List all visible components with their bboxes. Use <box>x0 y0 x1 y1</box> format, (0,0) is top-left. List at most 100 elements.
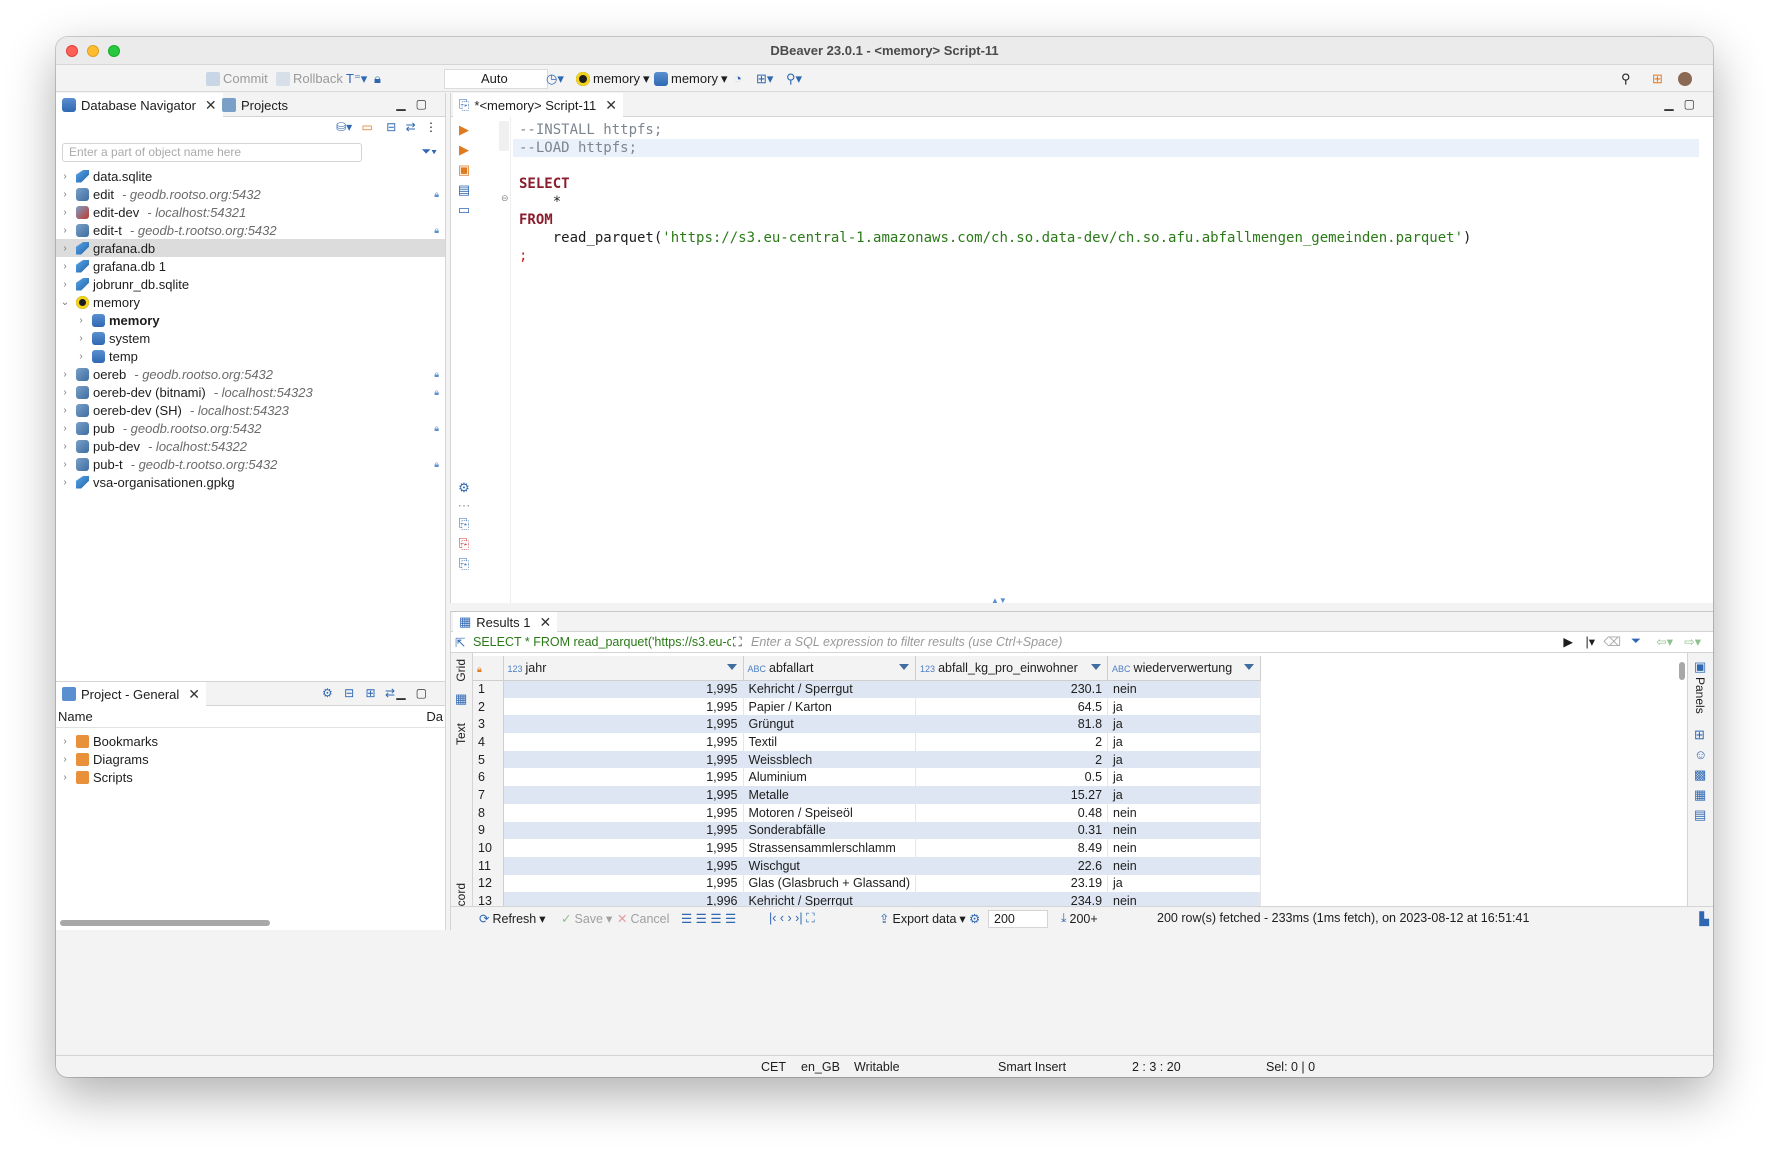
tree-item[interactable]: › memory <box>56 311 445 329</box>
chevron-down-icon[interactable]: ⌄ <box>60 297 70 308</box>
tree-item-selected[interactable]: › grafana.db <box>56 239 445 257</box>
panels-icon[interactable]: ▣ <box>1694 659 1706 675</box>
table-cell[interactable]: 1,995 <box>503 839 744 857</box>
datasource-selector[interactable]: memory ▾ <box>576 69 649 88</box>
table-cell[interactable]: ja <box>1107 715 1262 734</box>
chevron-right-icon[interactable]: › <box>60 441 70 452</box>
link-icon[interactable]: ⇄ <box>385 686 395 700</box>
results-filter-input[interactable]: Enter a SQL expression to filter results… <box>751 635 1062 649</box>
collapse-icon[interactable]: ⊟ <box>344 686 354 700</box>
table-cell[interactable]: ja <box>1107 750 1262 769</box>
table-cell[interactable]: 0.5 <box>915 768 1109 787</box>
panel-minmax-controls[interactable]: ▁▢ <box>396 686 437 700</box>
tree-item[interactable]: › edit - geodb.rootso.org:5432 🔒︎ <box>56 185 445 203</box>
tree-item[interactable]: › vsa-organisationen.gpkg <box>56 473 445 491</box>
row-edit-buttons[interactable]: ☰ ☰ ☰ ☰ <box>681 911 736 926</box>
project-item-bookmarks[interactable]: › Bookmarks <box>56 732 445 750</box>
table-cell[interactable]: nein <box>1107 839 1262 857</box>
schema-selector[interactable]: memory ▾ <box>654 69 727 88</box>
refresh-button[interactable]: ⟳ Refresh ▾ <box>479 911 546 927</box>
navigator-filter-input[interactable]: Enter a part of object name here <box>62 143 362 162</box>
sort-icon[interactable] <box>1091 664 1102 670</box>
apply-filter-icon[interactable]: ▶ <box>1563 634 1573 649</box>
tree-item[interactable]: › oereb-dev (SH) - localhost:54323 <box>56 401 445 419</box>
chevron-right-icon[interactable]: › <box>60 459 70 470</box>
table-cell[interactable]: nein <box>1107 856 1262 875</box>
tree-item[interactable]: › edit-dev - localhost:54321 <box>56 203 445 221</box>
table-cell[interactable]: Sonderabfälle <box>743 821 917 840</box>
table-cell[interactable]: Papier / Karton <box>743 697 917 716</box>
grid-pattern-icon[interactable]: ▩ <box>1694 767 1706 783</box>
new-connection-icon[interactable]: ⛁▾ <box>336 120 352 134</box>
chevron-right-icon[interactable]: › <box>60 477 70 488</box>
table-cell[interactable]: Kehricht / Sperrgut <box>743 680 917 698</box>
tree-item[interactable]: › edit-t - geodb-t.rootso.org:5432 🔒︎ <box>56 221 445 239</box>
table-cell[interactable]: Textil <box>743 733 917 751</box>
table-cell[interactable]: 8.49 <box>915 839 1109 857</box>
gear-icon[interactable]: ⚙ <box>322 686 333 700</box>
chevron-right-icon[interactable]: › <box>76 333 86 344</box>
calendar-icon[interactable]: ▦ <box>1694 787 1706 803</box>
table-cell[interactable]: Aluminium <box>743 768 917 787</box>
project-item-diagrams[interactable]: › Diagrams <box>56 750 445 768</box>
tree-item[interactable]: › pub-t - geodb-t.rootso.org:5432 🔒︎ <box>56 455 445 473</box>
project-item-scripts[interactable]: › Scripts <box>56 768 445 786</box>
filter-icon[interactable]: ⏷ <box>1631 634 1641 649</box>
table-cell[interactable]: nein <box>1107 821 1262 840</box>
perspective-button[interactable]: ⊞ <box>1652 69 1663 88</box>
table-cell[interactable]: 0.31 <box>915 821 1109 840</box>
rollback-button[interactable]: Rollback <box>276 69 343 88</box>
table-cell[interactable]: 1,995 <box>503 856 744 875</box>
sql-code-area[interactable]: --INSTALL httpfs; --LOAD httpfs; SELECT … <box>513 121 1699 265</box>
table-cell[interactable]: 1,995 <box>503 680 744 698</box>
table-row[interactable]: 2 1,995 Papier / Karton 64.5 ja <box>473 697 1262 716</box>
column-header-jahr[interactable]: 123 jahr <box>503 656 744 681</box>
close-icon[interactable]: ✕ <box>188 686 200 703</box>
tree-item[interactable]: › pub-dev - localhost:54322 <box>56 437 445 455</box>
chevron-right-icon[interactable]: › <box>76 315 86 326</box>
vertical-scrollbar[interactable] <box>1679 662 1685 680</box>
table-cell[interactable]: 1,995 <box>503 715 744 734</box>
value-viewer-icon[interactable]: ▤ <box>1694 807 1706 823</box>
execute-statement-icon[interactable]: ▶ <box>457 123 471 137</box>
tab-project-general[interactable]: Project - General ✕ <box>56 682 206 706</box>
tree-item[interactable]: › data.sqlite <box>56 167 445 185</box>
table-cell[interactable]: 1,995 <box>503 821 744 840</box>
chevron-right-icon[interactable]: › <box>60 772 70 783</box>
table-cell[interactable]: 1,995 <box>503 733 744 751</box>
table-row[interactable]: 7 1,995 Metalle 15.27 ja <box>473 786 1262 804</box>
horizontal-scrollbar[interactable] <box>60 920 270 926</box>
table-row[interactable]: 4 1,995 Textil 2 ja <box>473 733 1262 751</box>
chevron-right-icon[interactable]: › <box>60 189 70 200</box>
table-cell[interactable]: ja <box>1107 786 1262 804</box>
metadata-icon[interactable]: ☺ <box>1694 747 1707 762</box>
tab-database-navigator[interactable]: Database Navigator ✕ <box>56 93 223 117</box>
chevron-right-icon[interactable]: › <box>60 369 70 380</box>
fetch-settings-button[interactable]: ⚙ <box>969 911 980 926</box>
dashboard-button[interactable]: ◔ <box>734 69 742 88</box>
table-cell[interactable]: 0.48 <box>915 803 1109 822</box>
tree-item-expanded[interactable]: ⌄ memory <box>56 293 445 311</box>
table-cell[interactable]: 15.27 <box>915 786 1109 804</box>
tree-item[interactable]: › oereb - geodb.rootso.org:5432 🔒︎ <box>56 365 445 383</box>
close-icon[interactable]: ✕ <box>540 614 552 631</box>
panel-minmax-controls[interactable]: ▁▢ <box>396 97 437 111</box>
chevron-right-icon[interactable]: › <box>60 261 70 272</box>
table-cell[interactable]: nein <box>1107 803 1262 822</box>
save-button[interactable]: ✓ Save ▾ <box>561 911 612 927</box>
tab-script-11[interactable]: ⎘ *<memory> Script-11 ✕ <box>453 93 623 117</box>
chevron-right-icon[interactable]: › <box>60 225 70 236</box>
search-button[interactable]: ⚲▾ <box>786 69 802 88</box>
table-cell[interactable]: ja <box>1107 874 1262 893</box>
result-limit-input[interactable]: 200 <box>988 910 1048 928</box>
collapse-all-icon[interactable]: ⊟ <box>386 120 396 134</box>
table-cell[interactable]: 2 <box>915 750 1109 769</box>
chevron-right-icon[interactable]: › <box>60 423 70 434</box>
panel-toggle-button[interactable]: ▙ <box>1699 911 1709 926</box>
sort-icon[interactable] <box>726 664 737 670</box>
table-cell[interactable]: 1,995 <box>503 768 744 787</box>
table-cell[interactable]: ja <box>1107 768 1262 787</box>
tree-item[interactable]: › jobrunr_db.sqlite <box>56 275 445 293</box>
fold-collapse-icon[interactable]: ⊖ <box>501 193 509 204</box>
table-row[interactable]: 11 1,995 Wischgut 22.6 nein <box>473 856 1262 875</box>
